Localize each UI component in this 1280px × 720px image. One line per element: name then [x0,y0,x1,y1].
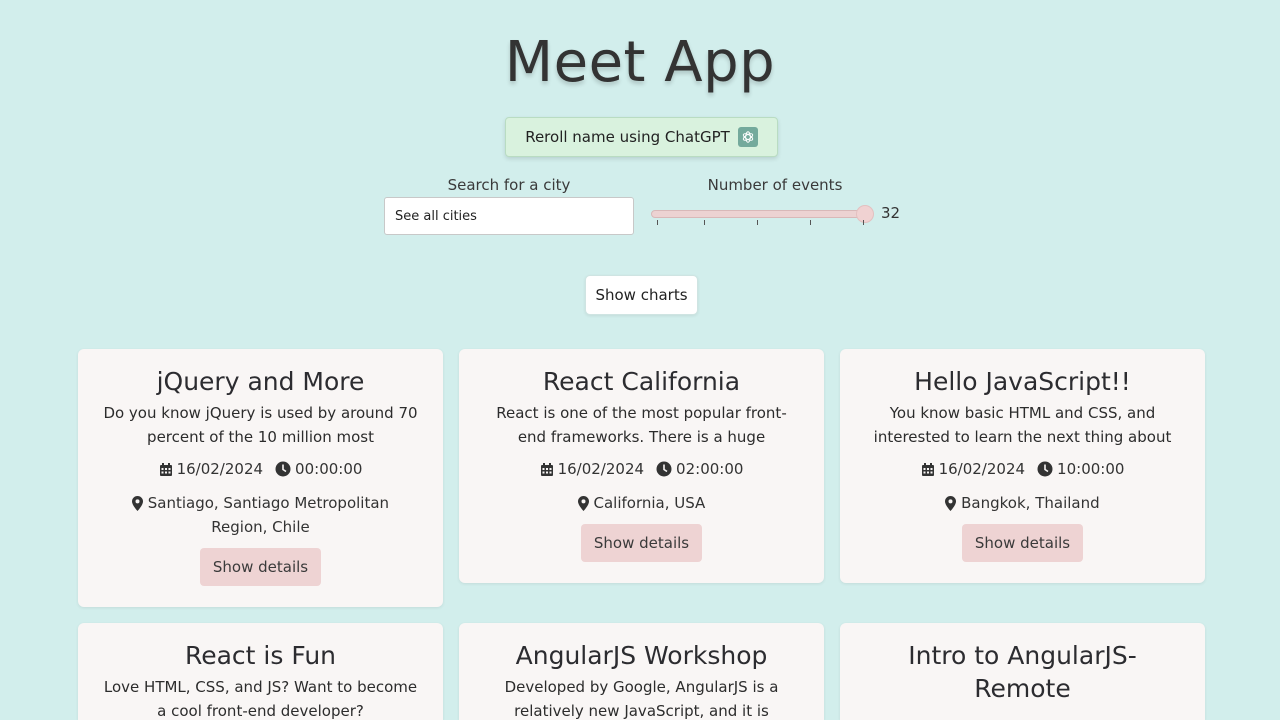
slider-tick [863,220,864,225]
city-search-input[interactable] [384,197,634,235]
reroll-name-button[interactable]: Reroll name using ChatGPT [505,117,778,157]
event-title: React California [542,367,741,396]
app-title: Meet App [504,30,776,95]
event-title: AngularJS Workshop [515,641,768,670]
clock-icon [275,461,291,477]
event-time-text: 10:00:00 [1057,460,1125,478]
event-title: Hello JavaScript!! [914,367,1131,396]
event-title: React is Fun [184,641,337,670]
event-location: Santiago, Santiago Metropolitan Region, … [102,491,419,539]
event-title: Intro to AngularJS-Remote [908,641,1137,703]
events-slider-thumb[interactable] [857,206,873,222]
events-count-value: 32 [881,204,901,222]
event-location-text: Santiago, Santiago Metropolitan Region, … [147,494,390,536]
event-description: Love HTML, CSS, and JS? Want to become a… [103,678,418,720]
event-location-text: Bangkok, Thailand [961,494,1100,512]
city-search-label: Search for a city [447,176,571,194]
event-description: React is one of the most popular front-e… [496,404,787,446]
event-date: 16/02/2024 [921,459,1025,479]
number-of-events-label: Number of events [707,176,843,194]
map-pin-icon [577,496,589,511]
event-card: Intro to AngularJS-Remote [840,623,1205,720]
event-card: AngularJS Workshop Developed by Google, … [459,623,824,720]
event-time: 02:00:00 [656,459,743,479]
event-date-text: 16/02/2024 [938,460,1026,478]
show-details-button[interactable]: Show details [580,524,703,562]
event-description: Do you know jQuery is used by around 70 … [103,404,418,446]
event-description: Developed by Google, AngularJS is a rela… [504,678,779,720]
event-date: 16/02/2024 [159,459,263,479]
map-pin-icon [131,496,143,511]
show-details-button[interactable]: Show details [961,524,1084,562]
calendar-icon [921,462,934,476]
event-date: 16/02/2024 [540,459,644,479]
event-location: Bangkok, Thailand [864,491,1181,515]
calendar-icon [159,462,172,476]
clock-icon [656,461,672,477]
slider-tick [704,220,705,225]
event-title: jQuery and More [156,367,365,396]
event-card: jQuery and More Do you know jQuery is us… [78,349,443,607]
event-card: React California React is one of the mos… [459,349,824,583]
event-location: California, USA [483,491,800,515]
slider-tick [810,220,811,225]
event-time: 00:00:00 [275,459,362,479]
event-location-text: California, USA [593,494,706,512]
event-date-text: 16/02/2024 [176,460,264,478]
event-description: You know basic HTML and CSS, and interes… [873,404,1172,446]
slider-tick [757,220,758,225]
meet-app-page: Meet App Reroll name using ChatGPT Searc… [0,0,1280,720]
chatgpt-icon [737,127,758,147]
event-card: React is Fun Love HTML, CSS, and JS? Wan… [78,623,443,720]
event-card: Hello JavaScript!! You know basic HTML a… [840,349,1205,583]
reroll-label: Reroll name using ChatGPT [525,128,730,146]
event-time-text: 00:00:00 [295,460,363,478]
calendar-icon [540,462,553,476]
events-slider-track[interactable] [651,210,866,218]
clock-icon [1037,461,1053,477]
show-details-button[interactable]: Show details [199,548,322,586]
event-date-text: 16/02/2024 [557,460,645,478]
slider-tick [657,220,658,225]
map-pin-icon [945,496,957,511]
event-time-text: 02:00:00 [676,460,744,478]
event-time: 10:00:00 [1037,459,1124,479]
show-charts-button[interactable]: Show charts [585,275,698,315]
